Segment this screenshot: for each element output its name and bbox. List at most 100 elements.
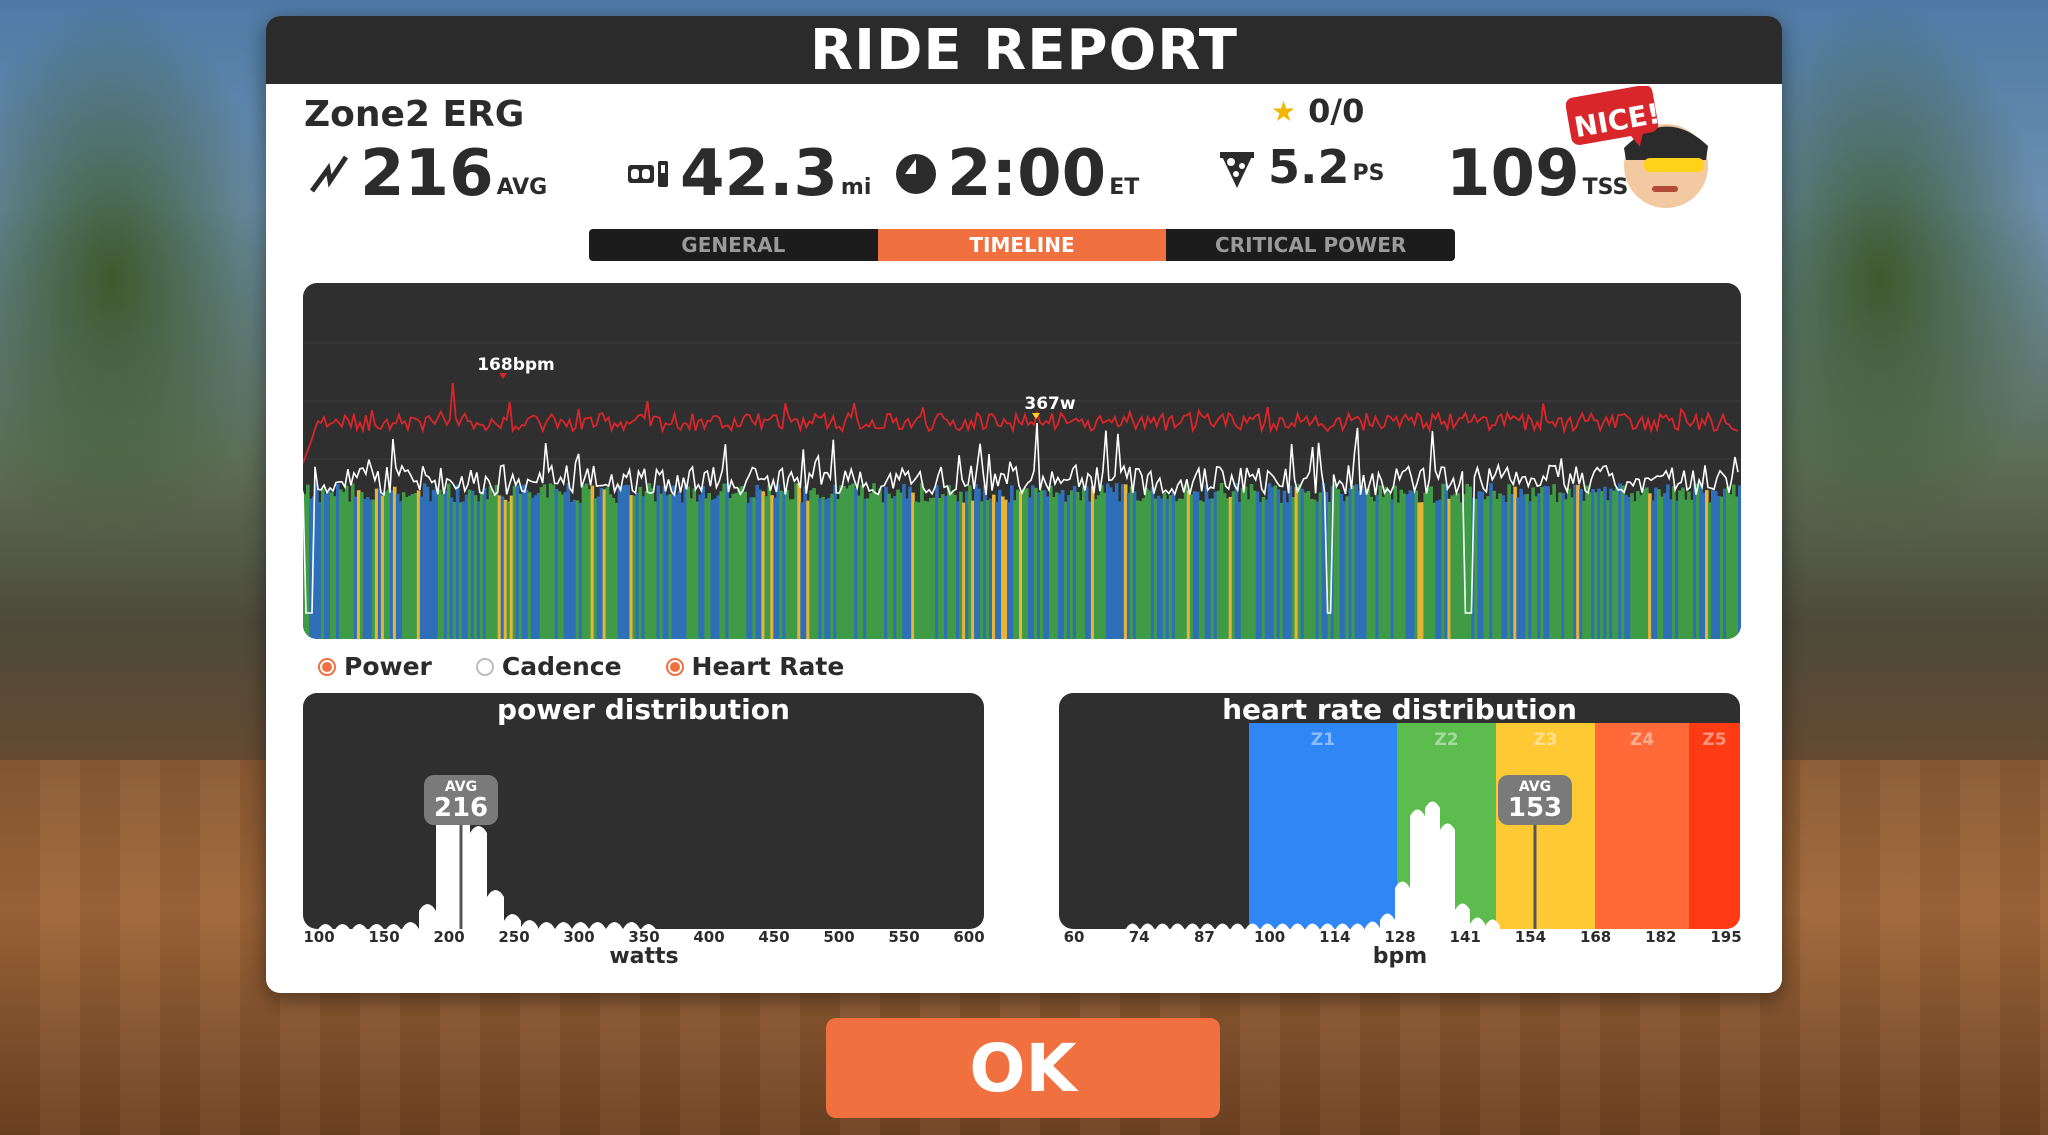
axis-tick-label: 141: [1449, 928, 1481, 946]
pizza-unit: PS: [1352, 161, 1385, 186]
power-distribution-title: power distribution: [497, 693, 790, 726]
axis-tick-label: 74: [1128, 928, 1150, 946]
power-avg-value: 216: [433, 793, 489, 823]
histogram-bar: [1425, 801, 1440, 929]
report-tabs: GENERAL TIMELINE CRITICAL POWER: [589, 229, 1455, 261]
pizza-icon: [1220, 152, 1254, 188]
clock-icon: [896, 154, 936, 194]
hr-zone-label: Z2: [1434, 730, 1458, 750]
axis-tick-label: 300: [563, 928, 595, 946]
stat-elapsed-time: 2:00 ET: [893, 142, 1139, 206]
stat-avg-power: 216 AVG: [306, 142, 547, 206]
workout-name: Zone2 ERG: [304, 94, 525, 135]
hr-avg-value: 153: [1507, 793, 1563, 823]
histogram-bar: [1395, 881, 1410, 929]
radio-icon[interactable]: [665, 657, 684, 676]
background-trees-left: [0, 0, 280, 560]
hr-avg-label: AVG: [1518, 779, 1552, 795]
hr-distribution-chart: Z1 Z2 Z3 Z4 Z5 heart rate distribution AVG 1…: [1059, 693, 1740, 929]
radio-icon[interactable]: [318, 657, 336, 676]
distance-unit: mi: [840, 175, 872, 200]
ok-button[interactable]: OK: [826, 1018, 1220, 1118]
hr-zone-label: Z3: [1533, 730, 1557, 750]
power-distribution-chart: power distribution AVG 216: [303, 693, 984, 929]
hr-zone-label: Z1: [1311, 730, 1335, 750]
hr-zone-band: [1496, 723, 1595, 929]
axis-tick-label: 550: [888, 928, 920, 946]
background-trees-right: [1768, 0, 2048, 560]
stat-pizza-slices: 5.2 PS: [1214, 142, 1384, 192]
odometer-icon: [628, 161, 668, 187]
histogram-bar: [504, 914, 521, 929]
page-title: RIDE REPORT: [266, 16, 1782, 84]
hr-zone-band: [1249, 723, 1397, 929]
hr-zone-label: Z4: [1630, 730, 1654, 750]
distance-value: 42.3: [680, 137, 838, 211]
histogram-bar: [1170, 923, 1185, 929]
histogram-bar: [470, 826, 487, 929]
tab-critical-power[interactable]: CRITICAL POWER: [1166, 229, 1455, 261]
histogram-bar: [436, 810, 453, 929]
lightning-icon: [309, 155, 349, 193]
heart-rate-line: [303, 382, 1739, 464]
hr-zone-band: [1689, 723, 1740, 929]
avg-power-value: 216: [360, 137, 494, 211]
axis-tick-label: 250: [498, 928, 530, 946]
axis-tick-label: 600: [953, 928, 985, 946]
radio-icon[interactable]: [475, 657, 494, 676]
histogram-bar: [419, 904, 436, 929]
toggle-cadence[interactable]: Cadence: [475, 652, 622, 681]
histogram-bar: [351, 924, 368, 929]
axis-tick-label: 100: [1253, 928, 1286, 946]
tab-timeline[interactable]: TIMELINE: [877, 229, 1167, 261]
ride-report-panel: RIDE REPORT Zone2 ERG ★ 0/0 216 AVG 42.3…: [266, 16, 1782, 993]
hr-zone-label: Z5: [1702, 730, 1726, 750]
timeline-chart: 168bpm 367w: [303, 283, 1741, 639]
stat-distance: 42.3 mi: [626, 142, 871, 206]
elapsed-time-value: 2:00: [947, 137, 1107, 211]
histogram-bar: [606, 922, 623, 929]
timeline-svg: 168bpm 367w: [303, 342, 1741, 639]
histogram-bar: [334, 924, 351, 929]
hr-distribution-xlabel: bpm: [1372, 944, 1428, 969]
axis-tick-label: 195: [1710, 928, 1742, 946]
axis-tick-label: 100: [303, 928, 335, 946]
stars-value: 0/0: [1308, 92, 1365, 130]
power-distribution-xlabel: watts: [609, 944, 679, 969]
toggle-power[interactable]: Power: [318, 652, 432, 681]
histogram-bar: [487, 890, 504, 929]
histogram-bar: [402, 922, 419, 929]
hr-avg-badge: AVG 153: [1498, 775, 1572, 825]
toggle-power-label: Power: [344, 652, 432, 681]
nice-badge: NICE!: [1565, 84, 1716, 226]
histogram-bar: [538, 922, 555, 929]
tab-general[interactable]: GENERAL: [589, 229, 878, 261]
toggle-cadence-label: Cadence: [501, 652, 622, 681]
max-hr-label: 168bpm: [477, 355, 555, 375]
star-icon: ★: [1271, 94, 1297, 128]
histogram-bar: [1215, 923, 1230, 929]
histogram-bar: [1230, 923, 1245, 929]
histogram-bar: [1455, 903, 1470, 929]
axis-tick-label: 154: [1514, 928, 1547, 946]
histogram-bar: [1410, 809, 1425, 929]
power-bar: [1738, 485, 1741, 639]
axis-tick-label: 182: [1645, 928, 1677, 946]
histogram-bar: [1155, 923, 1170, 929]
hr-distribution-title: heart rate distribution: [1222, 693, 1577, 726]
max-power-label: 367w: [1024, 394, 1075, 414]
axis-tick-label: 400: [693, 928, 725, 946]
hr-distribution-svg: Z1 Z2 Z3 Z4 Z5: [1125, 723, 1740, 929]
axis-tick-label: 60: [1063, 928, 1085, 946]
elapsed-time-unit: ET: [1109, 175, 1140, 200]
hr-zone-band: [1595, 723, 1689, 929]
toggle-heart-rate[interactable]: Heart Rate: [665, 652, 845, 681]
axis-tick-label: 168: [1579, 928, 1612, 946]
tss-value: 109: [1446, 137, 1580, 211]
toggle-heart-rate-label: Heart Rate: [691, 652, 845, 681]
timeline-toggles: Power Cadence Heart Rate: [318, 652, 844, 681]
stars-counter: ★ 0/0: [1271, 92, 1364, 130]
pizza-value: 5.2: [1268, 140, 1350, 194]
power-avg-label: AVG: [444, 779, 478, 795]
axis-tick-label: 150: [368, 928, 400, 946]
